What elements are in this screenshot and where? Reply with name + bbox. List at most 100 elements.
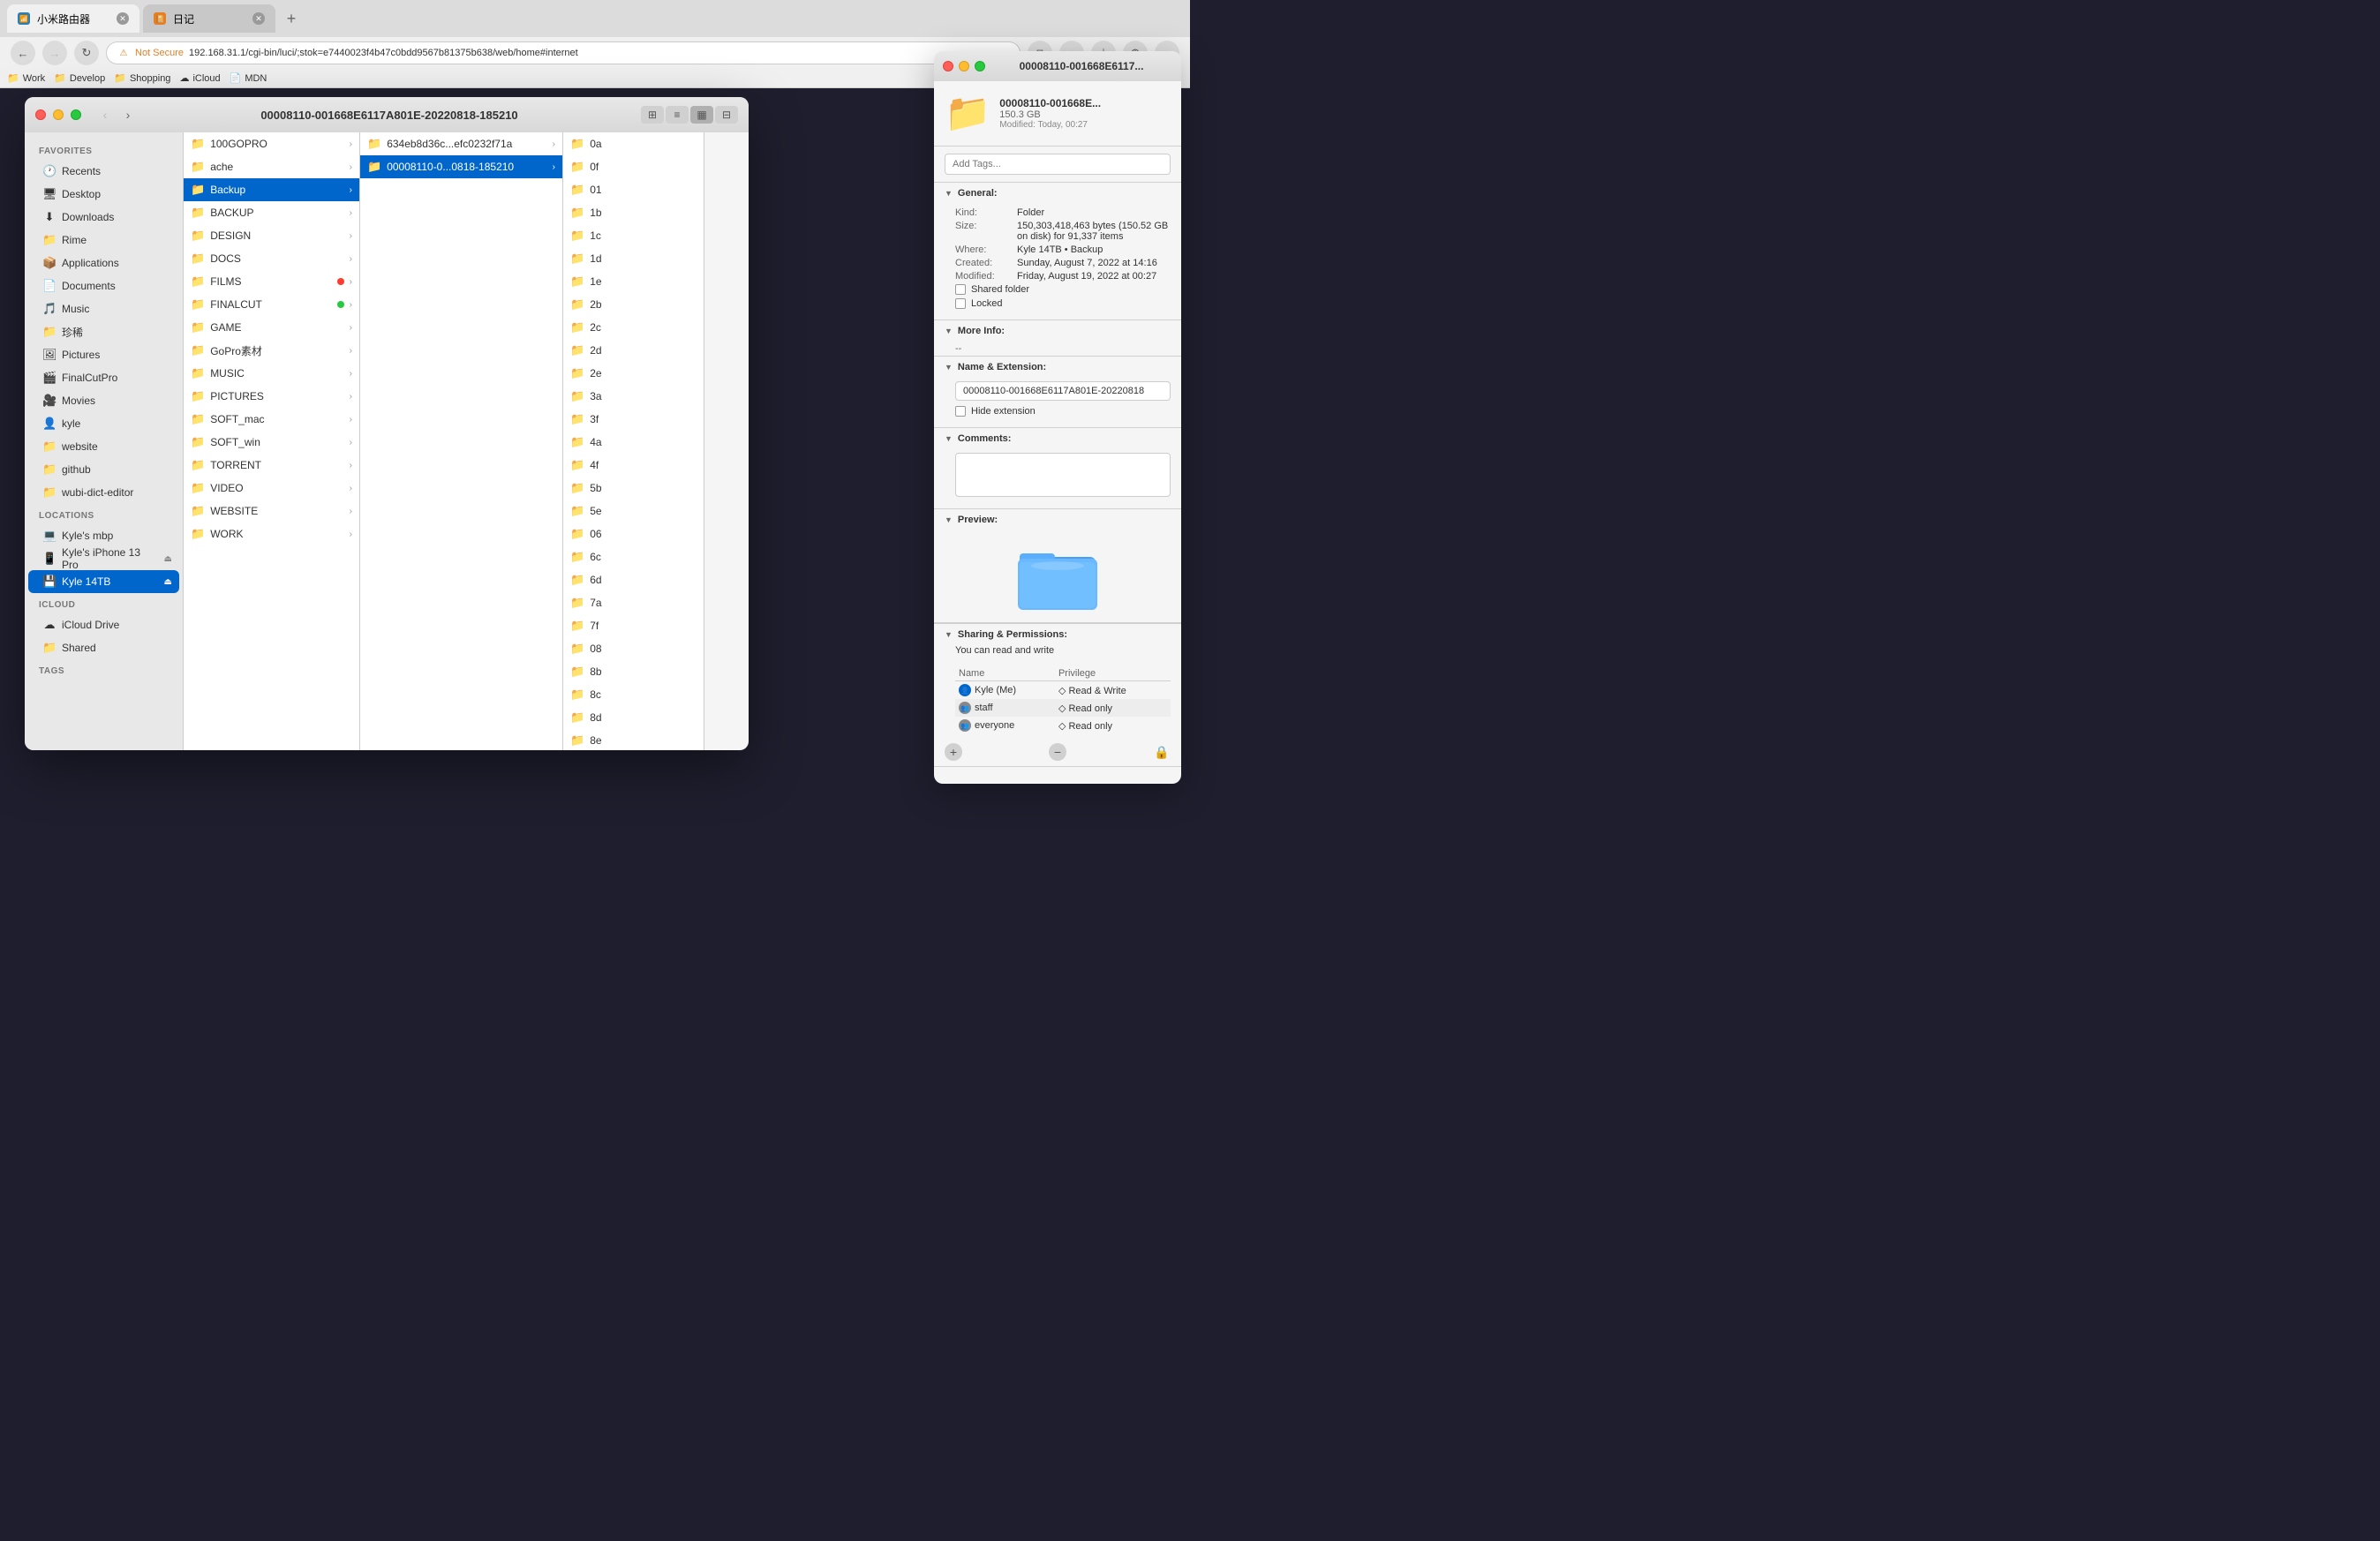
column-view-button[interactable]: ▦ — [690, 106, 713, 124]
col3-item-7f[interactable]: 📁 7f — [563, 614, 704, 637]
bookmark-develop[interactable]: 📁 Develop — [54, 72, 105, 84]
iphone-eject-icon[interactable]: ⏏ — [164, 554, 172, 564]
col3-item-06[interactable]: 📁 06 — [563, 522, 704, 545]
col3-item-4a[interactable]: 📁 4a — [563, 431, 704, 454]
sidebar-item-recents[interactable]: 🕐 Recents — [28, 160, 179, 183]
info-maximize-button[interactable] — [975, 61, 985, 71]
sidebar-item-iphone13[interactable]: 📱 Kyle's iPhone 13 Pro ⏏ — [28, 547, 179, 570]
lock-permissions-button[interactable]: 🔒 — [1153, 743, 1171, 761]
sidebar-item-kyles-mbp[interactable]: 💻 Kyle's mbp — [28, 524, 179, 547]
maximize-button[interactable] — [71, 109, 81, 120]
comments-textarea[interactable] — [955, 453, 1171, 497]
col3-item-4f[interactable]: 📁 4f — [563, 454, 704, 477]
add-user-button[interactable]: + — [945, 743, 962, 761]
col1-item-backup[interactable]: 📁 Backup › — [184, 178, 359, 201]
sidebar-item-pictures[interactable]: 🖼 Pictures — [28, 343, 179, 366]
col1-item-gopro--[interactable]: 📁 GoPro素材 › — [184, 339, 359, 362]
finder-forward-button[interactable]: › — [118, 105, 138, 124]
sidebar-item-music[interactable]: 🎵 Music — [28, 297, 179, 320]
col3-item-1d[interactable]: 📁 1d — [563, 247, 704, 270]
col1-item-video[interactable]: 📁 VIDEO › — [184, 477, 359, 500]
sidebar-item-movies[interactable]: 🎥 Movies — [28, 389, 179, 412]
locked-checkbox[interactable] — [955, 298, 966, 309]
sidebar-item-documents[interactable]: 📄 Documents — [28, 274, 179, 297]
list-view-button[interactable]: ≡ — [666, 106, 689, 124]
minimize-button[interactable] — [53, 109, 64, 120]
sidebar-item-kyle[interactable]: 👤 kyle — [28, 412, 179, 435]
bookmark-icloud[interactable]: ☁ iCloud — [179, 72, 220, 84]
sidebar-item-website[interactable]: 📁 website — [28, 435, 179, 458]
refresh-button[interactable]: ↻ — [74, 41, 99, 65]
sidebar-item-kyle14tb[interactable]: 💾 Kyle 14TB ⏏ — [28, 570, 179, 593]
col1-item-soft-win[interactable]: 📁 SOFT_win › — [184, 431, 359, 454]
col2-item-1[interactable]: 📁 634eb8d36c...efc0232f71a › — [360, 132, 562, 155]
col3-item-8e[interactable]: 📁 8e — [563, 729, 704, 750]
col2-item-2[interactable]: 📁 00008110-0...0818-185210 › — [360, 155, 562, 178]
gallery-view-button[interactable]: ⊟ — [715, 106, 738, 124]
address-url[interactable]: 192.168.31.1/cgi-bin/luci/;stok=e7440023… — [189, 48, 578, 58]
col1-item-finalcut[interactable]: 📁 FINALCUT › — [184, 293, 359, 316]
col3-item-3f[interactable]: 📁 3f — [563, 408, 704, 431]
col1-item-films[interactable]: 📁 FILMS › — [184, 270, 359, 293]
col3-item-2b[interactable]: 📁 2b — [563, 293, 704, 316]
icon-view-button[interactable]: ⊞ — [641, 106, 664, 124]
finder-back-button[interactable]: ‹ — [95, 105, 115, 124]
sidebar-item-icloud-drive[interactable]: ☁ iCloud Drive — [28, 613, 179, 636]
tab-close-2[interactable]: ✕ — [252, 12, 265, 25]
address-input[interactable]: ⚠ Not Secure 192.168.31.1/cgi-bin/luci/;… — [106, 41, 1021, 64]
shared-folder-checkbox[interactable] — [955, 284, 966, 295]
info-more-header[interactable]: ▼ More Info: — [934, 320, 1181, 342]
col3-item-8b[interactable]: 📁 8b — [563, 660, 704, 683]
info-preview-header[interactable]: ▼ Preview: — [934, 509, 1181, 530]
sidebar-item-github[interactable]: 📁 github — [28, 458, 179, 481]
info-comments-header[interactable]: ▼ Comments: — [934, 428, 1181, 449]
info-minimize-button[interactable] — [959, 61, 969, 71]
info-close-button[interactable] — [943, 61, 953, 71]
sidebar-item-desktop[interactable]: 🖥 Desktop — [28, 183, 179, 206]
back-button[interactable]: ← — [11, 41, 35, 65]
col3-item-2c[interactable]: 📁 2c — [563, 316, 704, 339]
col3-item-6c[interactable]: 📁 6c — [563, 545, 704, 568]
col3-item-5e[interactable]: 📁 5e — [563, 500, 704, 522]
col3-item-1b[interactable]: 📁 1b — [563, 201, 704, 224]
col3-item-8d[interactable]: 📁 8d — [563, 706, 704, 729]
sidebar-item-applications[interactable]: 📦 Applications — [28, 252, 179, 274]
bookmark-work[interactable]: 📁 Work — [7, 72, 45, 84]
remove-user-button[interactable]: − — [1049, 743, 1066, 761]
name-extension-input[interactable] — [955, 381, 1171, 401]
tab-close-1[interactable]: ✕ — [117, 12, 129, 25]
bookmark-shopping[interactable]: 📁 Shopping — [114, 72, 170, 84]
col1-item-game[interactable]: 📁 GAME › — [184, 316, 359, 339]
col3-item-5b[interactable]: 📁 5b — [563, 477, 704, 500]
col1-item-docs[interactable]: 📁 DOCS › — [184, 247, 359, 270]
col3-item-3a[interactable]: 📁 3a — [563, 385, 704, 408]
col3-item-01[interactable]: 📁 01 — [563, 178, 704, 201]
col3-item-2d[interactable]: 📁 2d — [563, 339, 704, 362]
col1-item-torrent[interactable]: 📁 TORRENT › — [184, 454, 359, 477]
col1-item-music[interactable]: 📁 MUSIC › — [184, 362, 359, 385]
col3-item-0f[interactable]: 📁 0f — [563, 155, 704, 178]
col1-item-design[interactable]: 📁 DESIGN › — [184, 224, 359, 247]
col1-item-soft-mac[interactable]: 📁 SOFT_mac › — [184, 408, 359, 431]
col3-item-6d[interactable]: 📁 6d — [563, 568, 704, 591]
sidebar-item-zhenxi[interactable]: 📁 珍稀 — [28, 320, 179, 343]
kyle14tb-eject-icon[interactable]: ⏏ — [164, 577, 172, 587]
col3-item-08[interactable]: 📁 08 — [563, 637, 704, 660]
col3-item-7a[interactable]: 📁 7a — [563, 591, 704, 614]
sidebar-item-rime[interactable]: 📁 Rime — [28, 229, 179, 252]
col3-item-1e[interactable]: 📁 1e — [563, 270, 704, 293]
col1-item-pictures[interactable]: 📁 PICTURES › — [184, 385, 359, 408]
sidebar-item-finalcutpro[interactable]: 🎬 FinalCutPro — [28, 366, 179, 389]
forward-button[interactable]: → — [42, 41, 67, 65]
col3-item-1c[interactable]: 📁 1c — [563, 224, 704, 247]
tab-xiaomi[interactable]: 📶 小米路由器 ✕ — [7, 4, 139, 33]
sidebar-item-shared[interactable]: 📁 Shared — [28, 636, 179, 659]
info-name-header[interactable]: ▼ Name & Extension: — [934, 357, 1181, 378]
col3-item-2e[interactable]: 📁 2e — [563, 362, 704, 385]
info-general-header[interactable]: ▼ General: — [934, 183, 1181, 204]
sidebar-item-downloads[interactable]: ⬇ Downloads — [28, 206, 179, 229]
info-tags-input[interactable] — [945, 154, 1171, 175]
sidebar-item-wubi[interactable]: 📁 wubi-dict-editor — [28, 481, 179, 504]
col3-item-8c[interactable]: 📁 8c — [563, 683, 704, 706]
col1-item-work[interactable]: 📁 WORK › — [184, 522, 359, 545]
